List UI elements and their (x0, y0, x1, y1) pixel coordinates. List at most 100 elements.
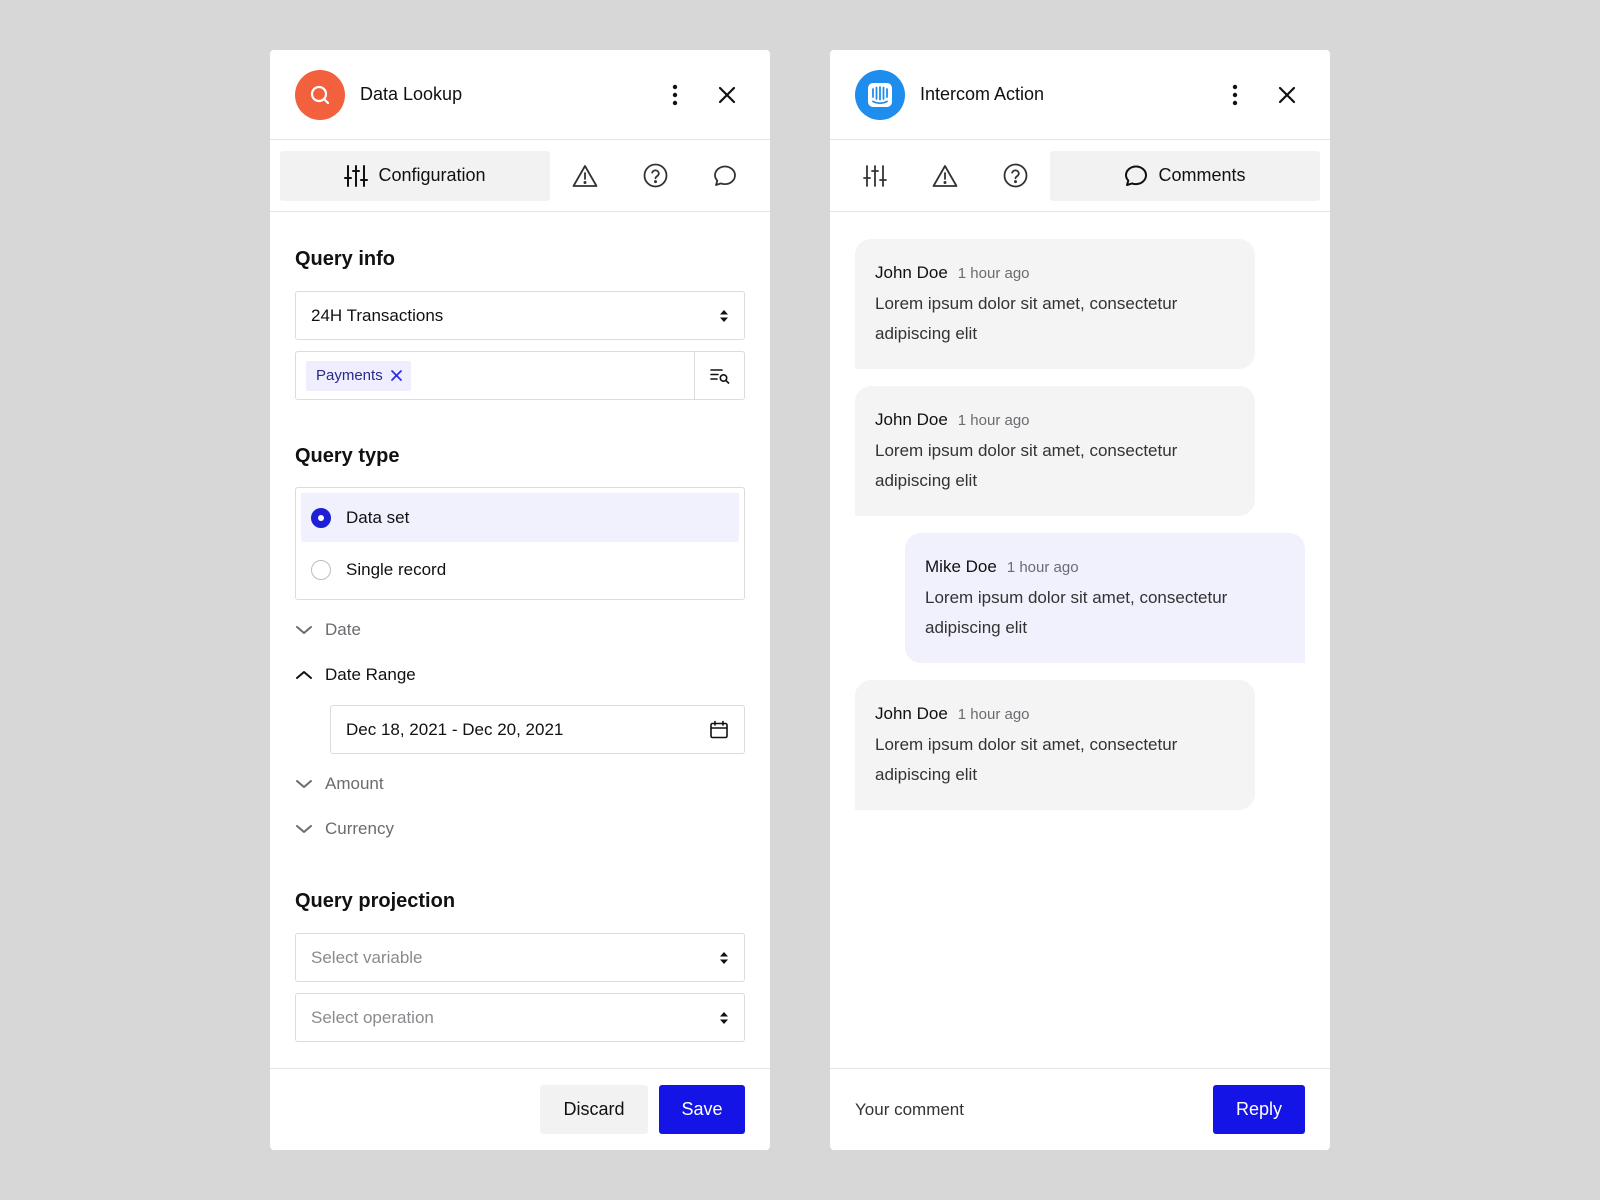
comment-item: John Doe 1 hour ago Lorem ipsum dolor si… (855, 680, 1255, 810)
tag-chip: Payments (306, 360, 411, 391)
filter-label: Currency (325, 819, 394, 838)
panel-title: Intercom Action (920, 84, 1045, 104)
filter-amount[interactable]: Amount (295, 769, 745, 799)
comment-author: John Doe (875, 704, 948, 723)
date-range-value: Dec 18, 2021 - Dec 20, 2021 (346, 719, 564, 739)
filter-date[interactable]: Date (295, 615, 745, 645)
panel-header: Intercom Action (830, 50, 1330, 140)
sliders-icon (344, 164, 369, 187)
sort-caret-icon (720, 309, 728, 322)
filter-search-icon (709, 368, 729, 384)
date-range-field[interactable]: Dec 18, 2021 - Dec 20, 2021 (330, 705, 745, 754)
comment-timestamp: 1 hour ago (957, 706, 1030, 723)
tab-comments[interactable] (690, 151, 760, 201)
save-button[interactable]: Save (659, 1085, 745, 1134)
search-icon (295, 69, 345, 120)
radio-option-data-set[interactable]: Data set (301, 493, 739, 542)
comment-icon (1125, 165, 1148, 186)
tab-bar: Configuration (270, 140, 770, 212)
tag-area: Payments (296, 360, 694, 391)
select-variable-dropdown[interactable]: Select variable (295, 933, 745, 982)
tab-help[interactable] (620, 151, 690, 201)
filter-search-button[interactable] (694, 352, 744, 399)
filter-label: Date Range (325, 665, 416, 684)
tab-configuration[interactable] (840, 151, 910, 201)
comment-body: Lorem ipsum dolor sit amet, consectetur … (925, 588, 1228, 637)
tag-field[interactable]: Payments (295, 351, 745, 400)
tag-label: Payments (316, 367, 383, 384)
comment-timestamp: 1 hour ago (957, 265, 1030, 282)
query-type-radio-group: Data set Single record (295, 487, 745, 600)
select-operation-dropdown[interactable]: Select operation (295, 993, 745, 1042)
panel-header: Data Lookup (270, 50, 770, 140)
reply-button[interactable]: Reply (1213, 1085, 1305, 1134)
remove-tag-button[interactable] (390, 370, 402, 381)
calendar-icon (710, 720, 728, 738)
comment-input[interactable] (855, 1099, 1202, 1120)
comment-body: Lorem ipsum dolor sit amet, consectetur … (875, 441, 1178, 490)
filter-date-range[interactable]: Date Range (295, 660, 745, 690)
close-icon (718, 86, 736, 103)
more-options-button[interactable] (1217, 77, 1253, 113)
comment-composer: Reply (830, 1068, 1330, 1150)
comments-list: John Doe 1 hour ago Lorem ipsum dolor si… (830, 212, 1330, 810)
comment-item: John Doe 1 hour ago Lorem ipsum dolor si… (855, 386, 1255, 516)
tab-help[interactable] (980, 151, 1050, 201)
comment-header: John Doe 1 hour ago (875, 263, 1235, 283)
more-vertical-icon (1232, 84, 1238, 105)
intercom-action-panel: Intercom Action Comments John Doe 1 hour… (830, 50, 1330, 1150)
comment-icon (714, 165, 736, 186)
select-operation-placeholder: Select operation (311, 1007, 434, 1027)
comment-body: Lorem ipsum dolor sit amet, consectetur … (875, 294, 1178, 343)
panel-title: Data Lookup (360, 84, 463, 104)
comment-author: Mike Doe (925, 557, 997, 576)
panel-footer: Discard Save (270, 1068, 770, 1150)
query-info-title: Query info (295, 248, 396, 270)
comment-timestamp: 1 hour ago (1006, 559, 1079, 576)
close-button[interactable] (709, 77, 745, 113)
query-select-value: 24H Transactions (311, 305, 444, 325)
comment-header: John Doe 1 hour ago (875, 410, 1235, 430)
tab-configuration[interactable]: Configuration (280, 150, 550, 201)
radio-button-checked[interactable] (311, 507, 331, 528)
query-projection-title: Query projection (295, 890, 456, 912)
comment-item: John Doe 1 hour ago Lorem ipsum dolor si… (855, 239, 1255, 369)
help-circle-icon (643, 163, 667, 188)
comment-header: John Doe 1 hour ago (875, 704, 1235, 724)
filter-currency[interactable]: Currency (295, 814, 745, 844)
more-options-button[interactable] (657, 77, 693, 113)
query-select[interactable]: 24H Transactions (295, 291, 745, 340)
close-button[interactable] (1269, 77, 1305, 113)
comment-author: John Doe (875, 263, 948, 282)
radio-label: Data set (346, 507, 410, 527)
close-icon (1278, 86, 1296, 103)
comment-header: Mike Doe 1 hour ago (925, 557, 1285, 577)
comment-item-own: Mike Doe 1 hour ago Lorem ipsum dolor si… (905, 533, 1305, 663)
radio-label: Single record (346, 559, 447, 579)
tab-comments[interactable]: Comments (1050, 150, 1320, 201)
comment-author: John Doe (875, 410, 948, 429)
tab-label: Comments (1158, 165, 1246, 185)
select-variable-placeholder: Select variable (311, 947, 423, 967)
data-lookup-panel: Data Lookup Configuration Query info 24H… (270, 50, 770, 1150)
more-vertical-icon (672, 84, 678, 105)
chevron-down-icon (296, 780, 312, 788)
intercom-icon (855, 69, 905, 120)
chevron-down-icon (296, 626, 312, 634)
discard-button[interactable]: Discard (540, 1085, 648, 1134)
sort-caret-icon (720, 1011, 728, 1024)
warning-icon (932, 164, 958, 187)
radio-option-single-record[interactable]: Single record (301, 545, 739, 594)
filter-label: Amount (325, 774, 384, 793)
warning-icon (572, 164, 598, 187)
sort-caret-icon (720, 951, 728, 964)
tab-warnings[interactable] (550, 151, 620, 201)
sliders-icon (863, 164, 887, 187)
radio-button[interactable] (311, 559, 331, 580)
close-icon (390, 370, 402, 381)
query-type-title: Query type (295, 445, 400, 467)
tab-warnings[interactable] (910, 151, 980, 201)
configuration-content: Query info 24H Transactions Payments Que… (270, 248, 770, 1042)
comment-body: Lorem ipsum dolor sit amet, consectetur … (875, 735, 1178, 784)
tab-bar: Comments (830, 140, 1330, 212)
